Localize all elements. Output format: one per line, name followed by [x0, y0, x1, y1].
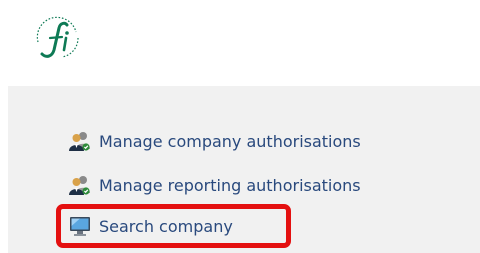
menu-item-manage-company-authorisations[interactable]: Manage company authorisations [68, 127, 361, 155]
users-icon [68, 129, 92, 153]
users-icon [68, 173, 92, 197]
menu-item-label: Manage company authorisations [99, 131, 361, 151]
monitor-icon [68, 214, 92, 238]
fi-logo [28, 10, 86, 68]
menu-item-label: Manage reporting authorisations [99, 175, 361, 195]
menu-item-label: Search company [99, 216, 233, 236]
menu-item-manage-reporting-authorisations[interactable]: Manage reporting authorisations [68, 171, 361, 199]
menu-item-search-company[interactable]: Search company [68, 212, 233, 240]
